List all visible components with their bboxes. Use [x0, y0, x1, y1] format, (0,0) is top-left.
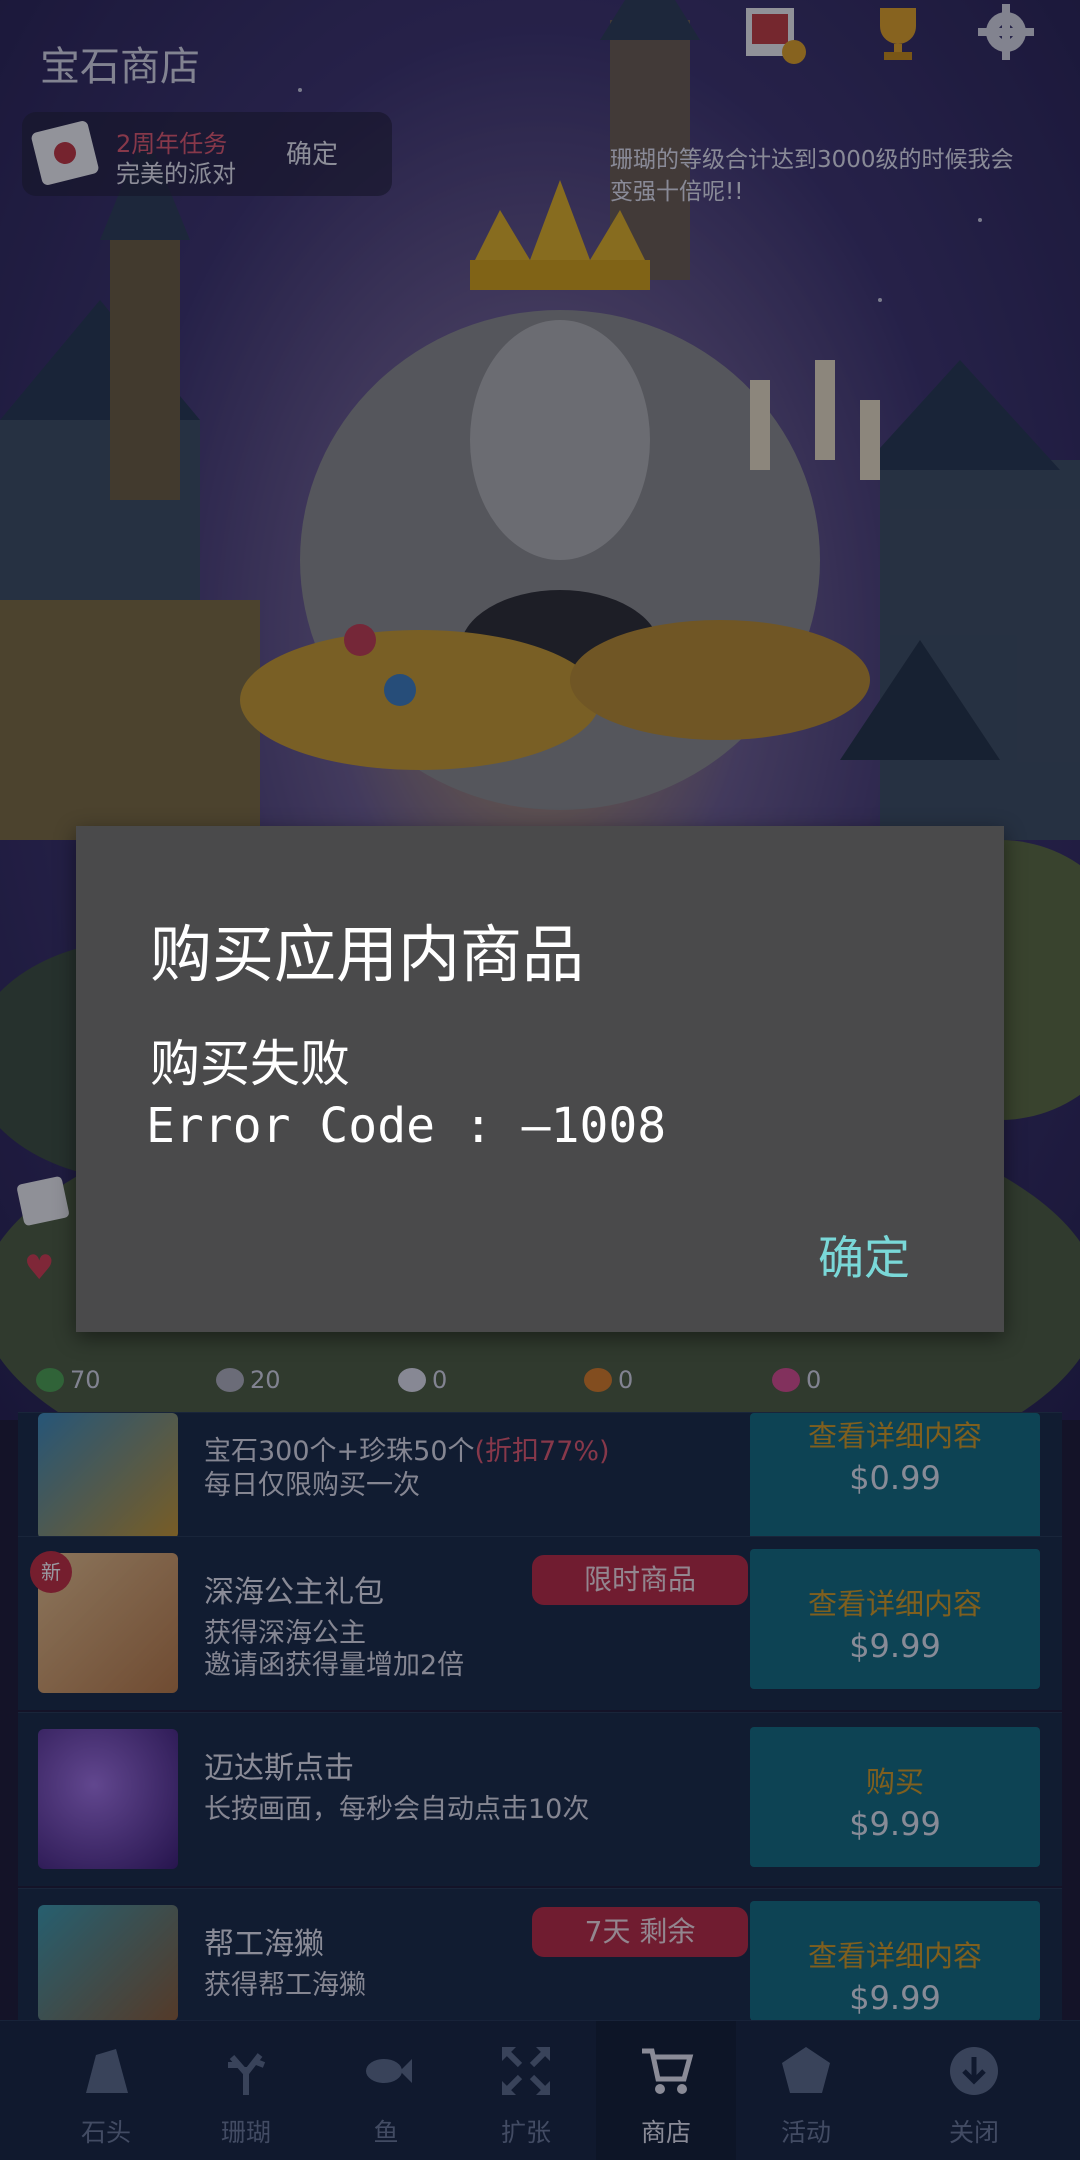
dialog-message: 购买失败	[150, 1035, 350, 1093]
purchase-error-dialog: 购买应用内商品 购买失败 Error Code : —1008 确定	[76, 826, 1004, 1332]
error-code-text: Error Code : —1008	[146, 1098, 667, 1154]
dialog-title: 购买应用内商品	[150, 918, 585, 991]
dialog-ok-button[interactable]: 确定	[818, 1222, 910, 1288]
